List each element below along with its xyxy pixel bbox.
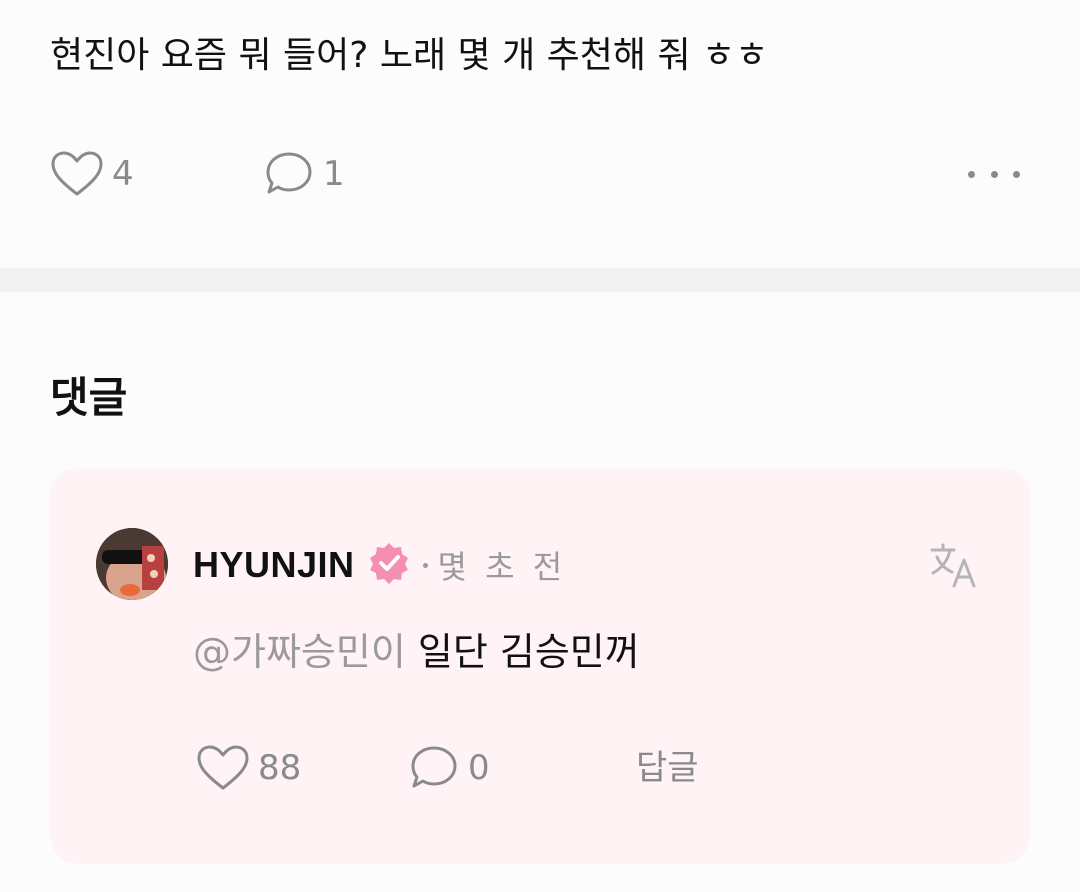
more-dot [1013, 170, 1020, 178]
post-comment-button[interactable]: 1 [263, 146, 345, 202]
post-actions: 4 1 [50, 146, 1030, 202]
comment-like-count: 88 [258, 748, 302, 788]
post-comment-count: 1 [323, 154, 345, 194]
more-dot [990, 170, 998, 178]
mention-link[interactable]: @가짜승민이 [193, 630, 406, 674]
post-text: 현진아 요즘 뭐 들어? 노래 몇 개 추천해 줘 ㅎㅎ [50, 35, 769, 76]
separator-dot [422, 562, 428, 568]
post: 현진아 요즘 뭐 들어? 노래 몇 개 추천해 줘 ㅎㅎ 4 1 [0, 0, 1080, 268]
post-like-button[interactable]: 4 [50, 146, 134, 202]
section-divider [0, 268, 1080, 292]
comment-header: HYUNJIN 몇 초 전 [193, 540, 566, 590]
more-options-button[interactable] [968, 160, 1020, 188]
comment-author[interactable]: HYUNJIN [193, 544, 355, 586]
heart-outline-icon [50, 150, 104, 198]
comment-actions: 88 0 답글 [196, 740, 796, 796]
heart-outline-icon [196, 744, 250, 792]
comment-reply-count: 0 [468, 748, 490, 788]
comment-reply-count-button[interactable]: 0 [408, 740, 490, 796]
post-like-count: 4 [112, 154, 134, 194]
speech-bubble-icon [263, 150, 315, 198]
comment-like-button[interactable]: 88 [196, 740, 301, 796]
comments-heading: 댓글 [50, 373, 128, 422]
verified-badge-icon [367, 541, 411, 589]
more-horizontal-icon [968, 170, 975, 178]
comment-body: @가짜승민이 일단 김승민꺼 [193, 624, 640, 680]
avatar[interactable] [96, 528, 168, 600]
comment-card: HYUNJIN 몇 초 전 @가짜승민이 일단 김승민꺼 88 0 답글 [50, 468, 1030, 864]
comment-time: 몇 초 전 [437, 548, 567, 586]
comment-text: 일단 김승민꺼 [405, 630, 640, 674]
translate-button[interactable] [928, 540, 980, 592]
reply-button[interactable]: 답글 [636, 740, 699, 796]
speech-bubble-icon [408, 744, 460, 792]
translate-icon [928, 543, 980, 596]
